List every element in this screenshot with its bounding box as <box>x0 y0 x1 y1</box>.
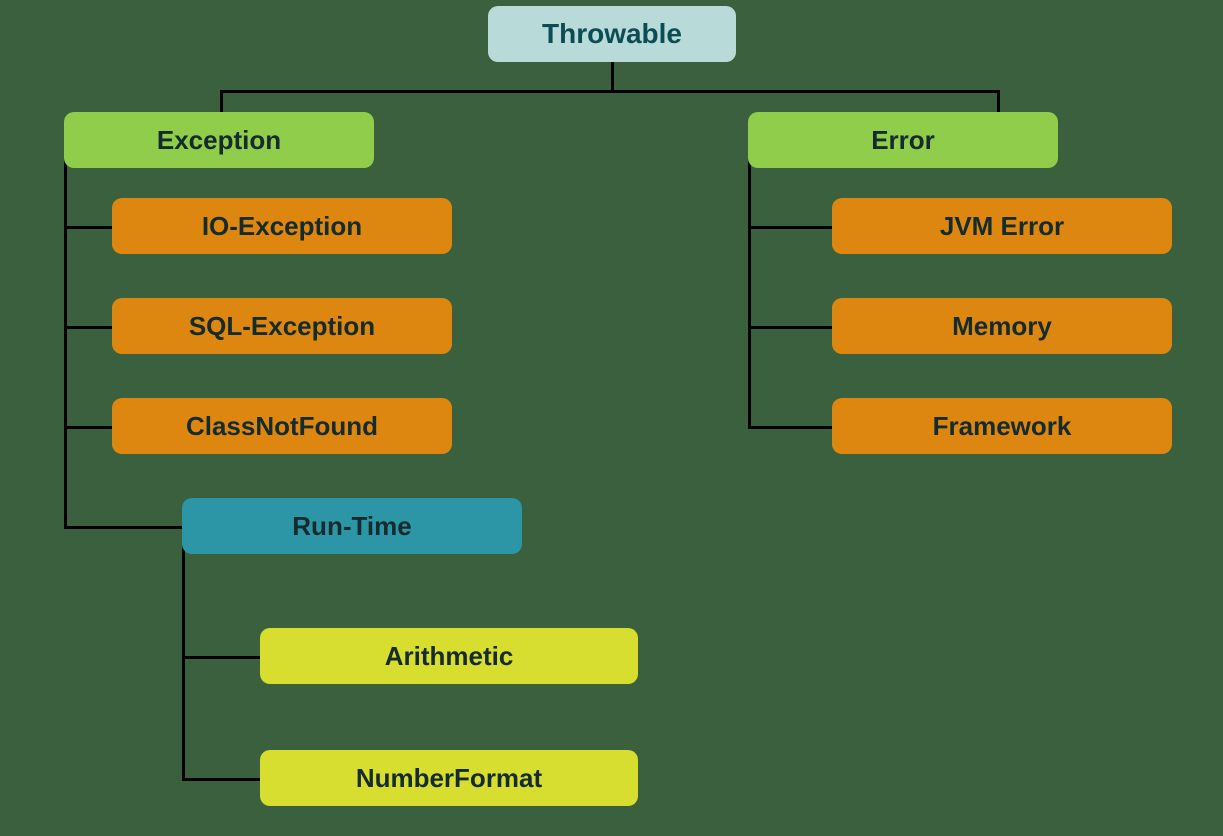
node-framework: Framework <box>832 398 1172 454</box>
connector <box>611 62 614 92</box>
node-arithmetic: Arithmetic <box>260 628 638 684</box>
connector <box>64 226 114 229</box>
connector <box>748 426 832 429</box>
node-number-format: NumberFormat <box>260 750 638 806</box>
connector <box>182 778 260 781</box>
node-error: Error <box>748 112 1058 168</box>
node-class-not-found: ClassNotFound <box>112 398 452 454</box>
connector <box>997 90 1000 112</box>
node-throwable: Throwable <box>488 6 736 62</box>
node-jvm-error: JVM Error <box>832 198 1172 254</box>
node-exception: Exception <box>64 112 374 168</box>
connector <box>64 426 114 429</box>
connector <box>220 90 1000 93</box>
connector <box>748 326 832 329</box>
node-memory: Memory <box>832 298 1172 354</box>
node-sql-exception: SQL-Exception <box>112 298 452 354</box>
connector <box>182 526 185 780</box>
connector <box>182 656 260 659</box>
connector <box>64 140 67 528</box>
node-io-exception: IO-Exception <box>112 198 452 254</box>
node-run-time: Run-Time <box>182 498 522 554</box>
connector <box>748 140 751 428</box>
connector <box>64 526 182 529</box>
connector <box>64 326 114 329</box>
connector <box>220 90 223 112</box>
connector <box>748 226 832 229</box>
